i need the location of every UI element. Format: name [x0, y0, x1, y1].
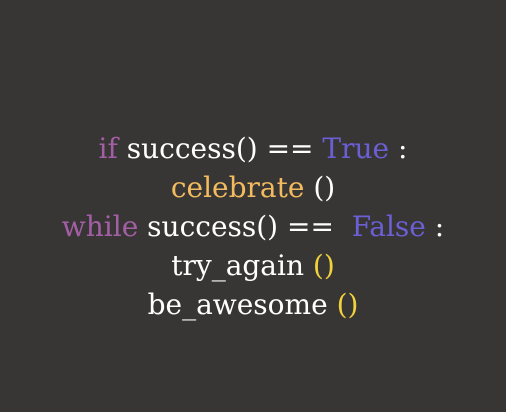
function-be-awesome: be_awesome — [147, 288, 337, 321]
parens: () — [304, 171, 336, 204]
function-celebrate: celebrate — [170, 171, 305, 204]
parens-accent: () — [312, 249, 335, 282]
code-line-try-again: try_again () — [171, 246, 335, 285]
code-line-celebrate: celebrate () — [171, 168, 335, 207]
colon: : — [425, 210, 445, 243]
condition-text: success() == — [138, 210, 352, 243]
condition-text: success() == — [117, 132, 323, 165]
colon: : — [389, 132, 408, 165]
parens-accent: () — [336, 288, 359, 321]
code-snippet: if success() == True : celebrate () whil… — [0, 129, 506, 324]
function-try-again: try_again — [171, 249, 313, 282]
code-line-if: if success() == True : — [99, 129, 408, 168]
keyword-if: if — [98, 132, 118, 165]
boolean-false: False — [351, 210, 426, 243]
keyword-while: while — [61, 210, 139, 243]
boolean-true: True — [322, 132, 390, 165]
code-line-while: while success() == False : — [62, 207, 444, 246]
code-line-be-awesome: be_awesome () — [148, 285, 359, 324]
